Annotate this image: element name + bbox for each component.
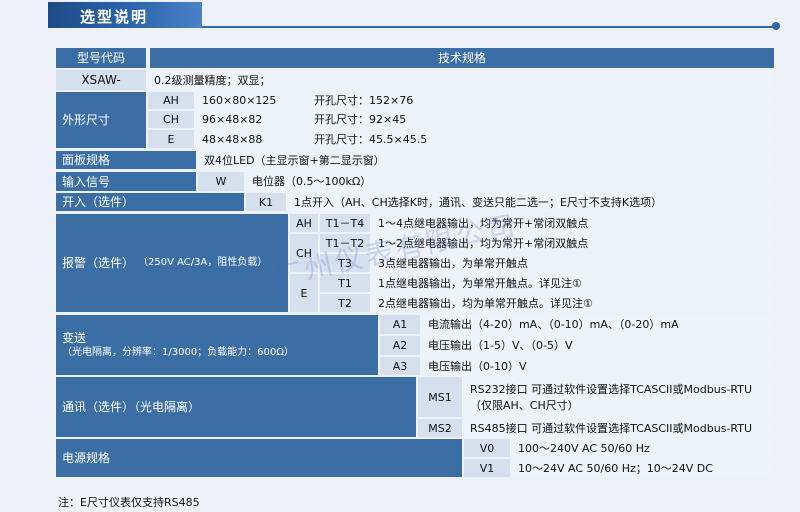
alarm-group-ch: CH [290, 234, 318, 272]
shape-row-ah: 160×80×125 开孔尺寸：152×76 [196, 92, 774, 109]
power-code-v1: V1 [464, 459, 510, 477]
model-code-xsaw: XSAW- [56, 70, 146, 90]
alarm-spec-t1-t4: 1～4点继电器输出，均为常开+常闭双触点 [372, 214, 774, 232]
comm-spec-ms1-cell: RS232接口 可通过软件设置选择TCASCII或Modbus-RTU （仅限A… [464, 377, 774, 417]
alarm-spec-t2: 2点继电器输出，均为单常开触点。详见注① [372, 294, 774, 312]
comm-code-ms1: MS1 [418, 377, 462, 417]
switch-in-spec: 1点开入（AH、CH选择K时，通讯、变送只能二选一；E尺寸不支持K选项） [288, 193, 774, 211]
shape-hole-ch: 开孔尺寸：92×45 [314, 113, 407, 126]
header-model-code: 型号代码 [56, 48, 146, 68]
alarm-group-ah: AH [290, 214, 318, 232]
alarm-code-t1: T1 [320, 274, 370, 292]
shape-size-ah: 160×80×125 [202, 94, 277, 107]
shape-code-ch: CH [148, 111, 194, 128]
power-code-v0: V0 [464, 439, 510, 457]
switch-in-label: 开入（选件） [56, 193, 244, 211]
comm-spec-ms1-note: （仅限AH、CH尺寸） [470, 398, 579, 412]
section-title-banner: 选型说明 [48, 2, 202, 28]
transmit-spec-a1: 电流输出（4-20）mA、（0-10）mA、（0-20）mA [422, 315, 774, 334]
panel-spec: 双4位LED（主显示窗+第二显示窗） [198, 151, 774, 169]
transmit-label-cell: 变送 （光电隔离，分辨率：1/3000；负载能力：600Ω） [56, 315, 378, 375]
footnote: 注：E尺寸仪表仅支持RS485 [58, 496, 200, 509]
transmit-spec-a3: 电压输出（0-10）V [422, 357, 774, 375]
panel-label: 面板规格 [56, 151, 196, 169]
alarm-group-e: E [290, 274, 318, 312]
transmit-spec-a2: 电压输出（1-5）V、（0-5）V [422, 336, 774, 355]
alarm-code-t3: T3 [320, 254, 370, 272]
comm-spec-ms1: RS232接口 可通过软件设置选择TCASCII或Modbus-RTU [470, 382, 753, 396]
shape-label: 外形尺寸 [56, 92, 146, 148]
input-spec: 电位器（0.5～100kΩ） [246, 172, 774, 191]
comm-spec-ms2: RS485接口 可通过软件设置选择TCASCII或Modbus-RTU [464, 419, 774, 437]
shape-code-ah: AH [148, 92, 194, 109]
alarm-spec-t1-t2: 1～2点继电器输出，均为常开+常闭双触点 [372, 234, 774, 252]
switch-in-code-k1: K1 [246, 193, 286, 211]
title-rule [202, 26, 776, 28]
alarm-spec-t1: 1点继电器输出，为单常开触点。详见注① [372, 274, 774, 292]
shape-hole-e: 开孔尺寸：45.5×45.5 [314, 132, 428, 146]
alarm-code-t1-t2: T1－T2 [320, 234, 370, 252]
header-tech-spec: 技术规格 [150, 48, 774, 68]
comm-code-ms2: MS2 [418, 419, 462, 437]
alarm-label: 报警（选件） [62, 256, 135, 270]
alarm-note: （250V AC/3A，阻性负载） [138, 257, 268, 268]
shape-size-e: 48×48×88 [202, 132, 263, 146]
shape-row-e: 48×48×88 开孔尺寸：45.5×45.5 [196, 130, 774, 148]
transmit-label: 变送 [62, 331, 87, 345]
input-code-w: W [198, 172, 244, 191]
power-spec-v0: 100～240V AC 50/60 Hz [512, 439, 774, 457]
section-title: 选型说明 [80, 8, 149, 26]
alarm-code-t2: T2 [320, 294, 370, 312]
alarm-label-cell: 报警（选件） （250V AC/3A，阻性负载） [56, 214, 288, 312]
xsaw-spec: 0.2级测量精度；双显； [148, 70, 774, 90]
shape-row-ch: 96×48×82 开孔尺寸：92×45 [196, 111, 774, 128]
alarm-code-t1-t4: T1－T4 [320, 214, 370, 232]
input-label: 输入信号 [56, 172, 196, 191]
transmit-code-a1: A1 [380, 315, 420, 334]
transmit-code-a2: A2 [380, 336, 420, 355]
transmit-note: （光电隔离，分辨率：1/3000；负载能力：600Ω） [62, 347, 294, 358]
shape-code-e: E [148, 130, 194, 148]
title-rule-dot [772, 22, 780, 30]
power-label: 电源规格 [56, 439, 462, 477]
alarm-spec-t3: 3点继电器输出，为单常开触点 [372, 254, 774, 272]
shape-hole-ah: 开孔尺寸：152×76 [314, 94, 414, 107]
transmit-code-a3: A3 [380, 357, 420, 375]
comm-label: 通讯（选件）（光电隔离） [56, 377, 416, 437]
shape-size-ch: 96×48×82 [202, 113, 263, 126]
power-spec-v1: 10～24V AC 50/60 Hz；10～24V DC [512, 459, 774, 477]
